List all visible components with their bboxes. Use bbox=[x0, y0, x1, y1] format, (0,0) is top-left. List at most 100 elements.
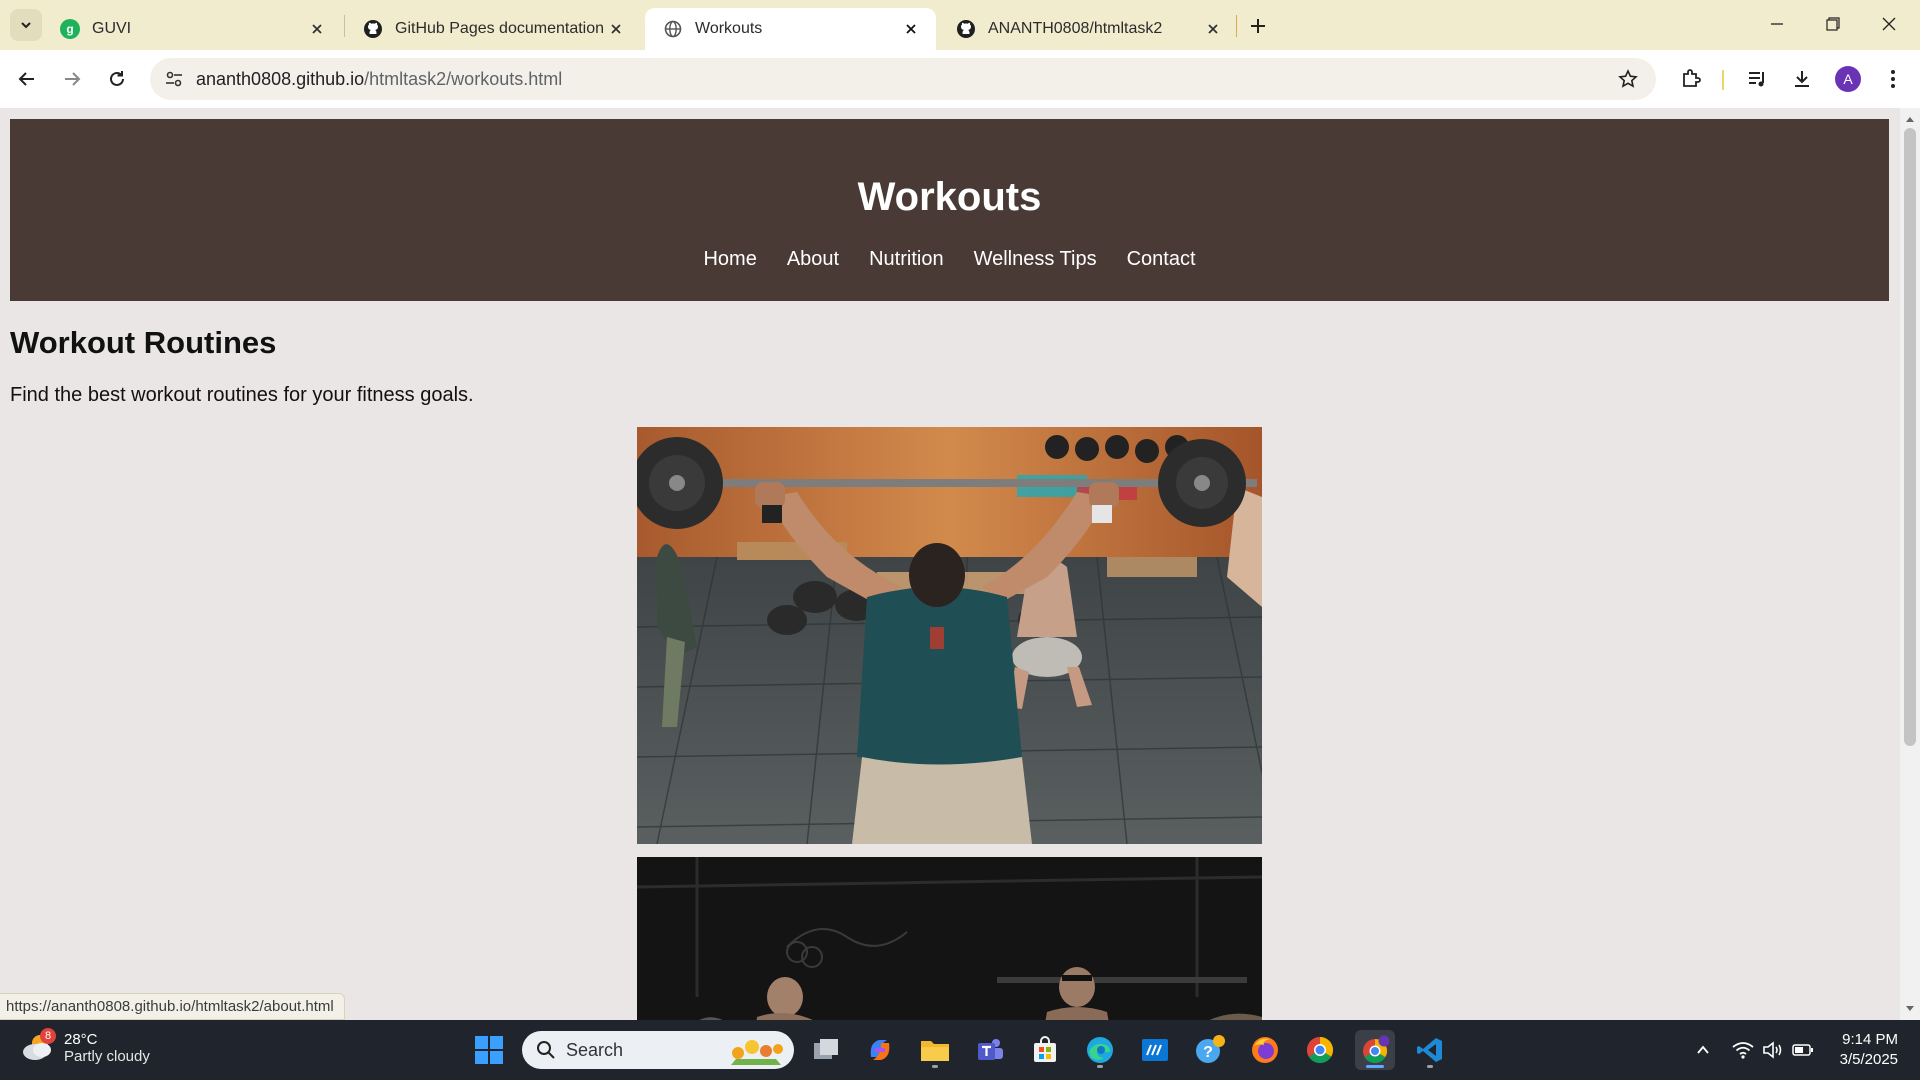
system-clock[interactable]: 9:14 PM 3/5/2025 bbox=[1840, 1030, 1898, 1070]
chrome-profile-button[interactable] bbox=[1355, 1030, 1395, 1070]
close-icon[interactable] bbox=[605, 18, 627, 40]
copilot-button[interactable] bbox=[860, 1030, 900, 1070]
reload-icon bbox=[110, 71, 124, 86]
close-window-button[interactable] bbox=[1866, 6, 1912, 42]
partly-cloudy-icon: 8 bbox=[20, 1028, 56, 1066]
back-button[interactable] bbox=[9, 61, 45, 97]
store-button[interactable] bbox=[1025, 1030, 1065, 1070]
page-title: Workouts bbox=[857, 175, 1042, 219]
github-icon bbox=[363, 19, 383, 39]
plus-icon bbox=[1251, 19, 1265, 33]
minimize-icon bbox=[1771, 23, 1783, 25]
close-icon[interactable] bbox=[1202, 18, 1224, 40]
close-icon[interactable] bbox=[900, 18, 922, 40]
arrow-right-icon bbox=[65, 72, 81, 86]
scroll-up-icon[interactable] bbox=[1905, 114, 1915, 124]
weather-description: Partly cloudy bbox=[64, 1048, 150, 1065]
bookmark-star-icon[interactable] bbox=[1614, 65, 1642, 93]
help-icon: ? bbox=[1196, 1035, 1225, 1063]
more-vertical-icon bbox=[1891, 70, 1895, 88]
close-icon[interactable] bbox=[306, 18, 328, 40]
teams-button[interactable] bbox=[970, 1030, 1010, 1070]
browser-toolbar: ananth0808.github.io/htmltask2/workouts.… bbox=[0, 50, 1920, 108]
firefox-icon bbox=[1252, 1037, 1278, 1063]
close-icon bbox=[1882, 17, 1896, 31]
nav-link-about[interactable]: About bbox=[787, 248, 839, 271]
weather-widget[interactable]: 8 28°C Partly cloudy bbox=[20, 1028, 150, 1066]
file-explorer-button[interactable] bbox=[915, 1030, 955, 1070]
firefox-button[interactable] bbox=[1245, 1030, 1285, 1070]
scroll-down-icon[interactable] bbox=[1905, 1004, 1915, 1014]
tab-github-repo[interactable]: ANANTH0808/htmltask2 bbox=[938, 8, 1238, 50]
windows-taskbar: 8 28°C Partly cloudy Search ? 9:14 PM 3/… bbox=[0, 1020, 1920, 1080]
chrome-button[interactable] bbox=[1300, 1030, 1340, 1070]
restore-icon bbox=[1826, 17, 1840, 31]
teams-icon bbox=[978, 1039, 1003, 1060]
new-tab-button[interactable] bbox=[1243, 12, 1273, 40]
globe-icon bbox=[663, 19, 683, 39]
weather-temperature: 28°C bbox=[64, 1031, 98, 1048]
myhp-icon bbox=[1142, 1039, 1168, 1061]
myhp-button[interactable] bbox=[1135, 1030, 1175, 1070]
running-indicator bbox=[1097, 1065, 1103, 1068]
nav-link-contact[interactable]: Contact bbox=[1127, 248, 1196, 271]
link-preview-status: https://ananth0808.github.io/htmltask2/a… bbox=[0, 993, 345, 1020]
chevron-down-icon bbox=[21, 22, 31, 29]
store-icon bbox=[1034, 1036, 1056, 1062]
download-icon bbox=[1795, 71, 1809, 87]
workout-photo-battle-ropes bbox=[637, 857, 1262, 1020]
clock-time: 9:14 PM bbox=[1842, 1031, 1898, 1048]
page-scrollbar[interactable] bbox=[1900, 108, 1920, 1020]
tab-divider bbox=[1236, 15, 1237, 37]
tab-guvi[interactable]: g GUVI bbox=[42, 8, 342, 50]
volume-icon[interactable] bbox=[1761, 1038, 1785, 1062]
forward-button[interactable] bbox=[54, 61, 90, 97]
task-view-icon bbox=[814, 1039, 838, 1059]
taskbar-search[interactable]: Search bbox=[522, 1031, 794, 1069]
reload-button[interactable] bbox=[99, 61, 135, 97]
show-hidden-icons-button[interactable] bbox=[1691, 1038, 1715, 1062]
help-button[interactable]: ? bbox=[1190, 1030, 1230, 1070]
edge-button[interactable] bbox=[1080, 1030, 1120, 1070]
windows-logo-icon bbox=[475, 1036, 503, 1064]
section-heading: Workout Routines bbox=[10, 325, 277, 360]
nav-link-wellness-tips[interactable]: Wellness Tips bbox=[974, 248, 1097, 271]
wifi-icon[interactable] bbox=[1731, 1038, 1755, 1062]
site-nav: Home About Nutrition Wellness Tips Conta… bbox=[10, 248, 1889, 271]
tab-title: Workouts bbox=[695, 20, 763, 37]
browser-menu-button[interactable] bbox=[1877, 63, 1909, 95]
github-icon bbox=[956, 19, 976, 39]
tab-github-pages[interactable]: GitHub Pages documentation - bbox=[345, 8, 641, 50]
url-host: ananth0808.github.io bbox=[196, 69, 365, 89]
arrow-left-icon bbox=[18, 72, 34, 86]
search-label: Search bbox=[566, 1039, 624, 1060]
tab-title: GUVI bbox=[92, 20, 132, 37]
tab-workouts[interactable]: Workouts bbox=[645, 8, 936, 50]
battery-icon[interactable] bbox=[1791, 1038, 1815, 1062]
nav-link-nutrition[interactable]: Nutrition bbox=[869, 248, 943, 271]
scroll-thumb[interactable] bbox=[1904, 128, 1916, 746]
weather-badge: 8 bbox=[40, 1028, 56, 1044]
task-view-button[interactable] bbox=[806, 1030, 846, 1070]
folder-icon bbox=[921, 1041, 949, 1061]
url-text[interactable]: ananth0808.github.io/htmltask2/workouts.… bbox=[196, 69, 562, 90]
extensions-button[interactable] bbox=[1675, 63, 1707, 95]
svg-text:?: ? bbox=[1203, 1044, 1213, 1061]
url-path: /htmltask2/workouts.html bbox=[364, 69, 563, 89]
start-button[interactable] bbox=[469, 1030, 509, 1070]
vscode-icon bbox=[1417, 1038, 1442, 1062]
minimize-button[interactable] bbox=[1754, 6, 1800, 42]
profile-avatar[interactable]: A bbox=[1835, 66, 1861, 92]
downloads-button[interactable] bbox=[1786, 63, 1818, 95]
tab-search-button[interactable] bbox=[10, 9, 42, 41]
site-settings-icon[interactable] bbox=[160, 65, 188, 93]
chevron-up-icon bbox=[1697, 1045, 1709, 1054]
address-bar[interactable]: ananth0808.github.io/htmltask2/workouts.… bbox=[150, 58, 1656, 100]
restore-button[interactable] bbox=[1810, 6, 1856, 42]
vscode-button[interactable] bbox=[1410, 1030, 1450, 1070]
nav-link-home[interactable]: Home bbox=[703, 248, 756, 271]
running-indicator bbox=[1427, 1065, 1433, 1068]
media-controls-button[interactable] bbox=[1741, 63, 1773, 95]
running-indicator bbox=[1366, 1065, 1384, 1068]
toolbar-divider bbox=[1722, 70, 1724, 90]
